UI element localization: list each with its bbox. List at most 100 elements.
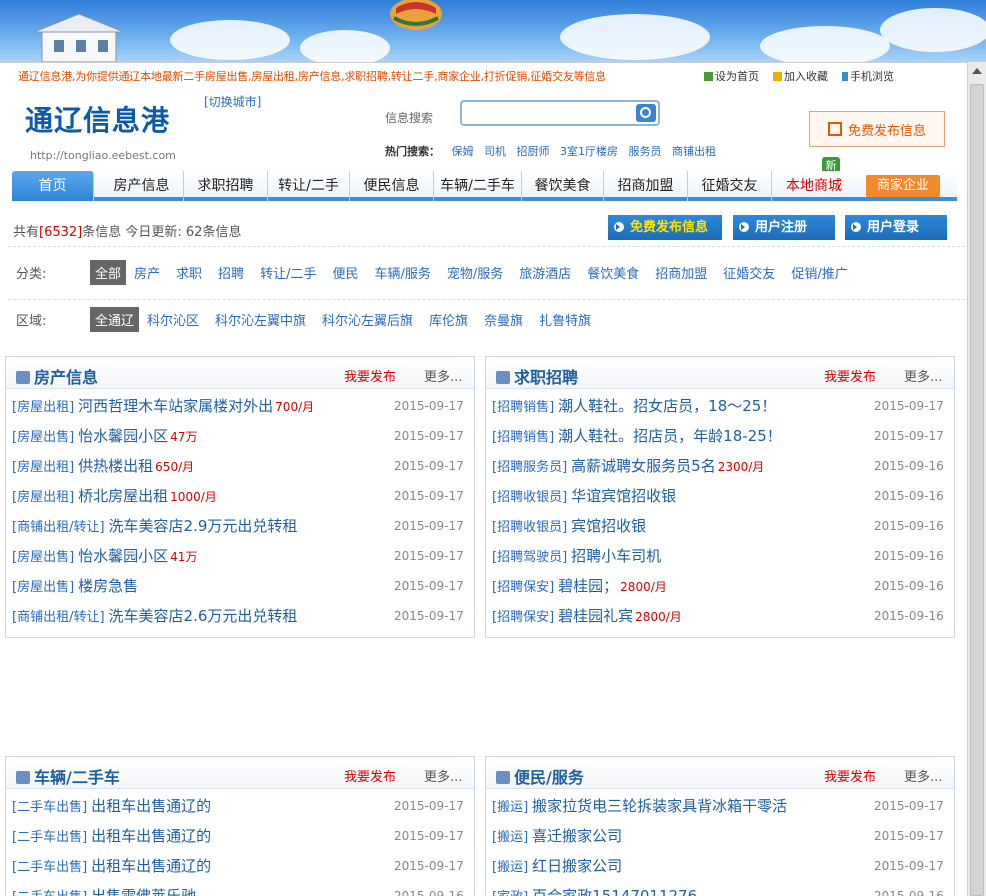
listing-category[interactable]: [房屋出售] <box>12 550 74 565</box>
hot-term[interactable]: 司机 <box>484 145 506 158</box>
listing-title[interactable]: 招聘小车司机 <box>571 547 661 565</box>
list-item[interactable]: [房屋出售] 怡水馨园小区 47万 2015-09-17 <box>12 421 468 451</box>
hot-term[interactable]: 服务员 <box>629 145 662 158</box>
listing-title[interactable]: 潮人鞋社。招店员，年龄18-25！ <box>558 427 782 445</box>
nav-real-estate[interactable]: 房产信息 <box>100 171 184 201</box>
search-icon[interactable] <box>636 104 656 122</box>
region-link[interactable]: 库伦旗 <box>429 314 468 329</box>
listing-category[interactable]: [二手车出售] <box>12 830 87 845</box>
category-link[interactable]: 车辆/服务 <box>374 267 430 282</box>
region-link[interactable]: 科尔沁左翼中旗 <box>215 314 306 329</box>
list-item[interactable]: [二手车出售] 出租车出售通辽的 2015-09-17 <box>12 851 468 881</box>
nav-jobs[interactable]: 求职招聘 <box>184 171 268 201</box>
nav-dating[interactable]: 征婚交友 <box>688 171 772 201</box>
region-link[interactable]: 奈曼旗 <box>484 314 523 329</box>
list-item[interactable]: [招聘销售] 潮人鞋社。招店员，年龄18-25！ 2015-09-17 <box>492 421 948 451</box>
category-link[interactable]: 转让/二手 <box>260 267 316 282</box>
listing-title[interactable]: 碧桂园礼宾 <box>558 607 633 625</box>
list-item[interactable]: [招聘服务员] 高薪诚聘女服务员5名 2300/月 2015-09-16 <box>492 451 948 481</box>
list-item[interactable]: [搬运] 红日搬家公司 2015-09-17 <box>492 851 948 881</box>
free-post-bar-button[interactable]: 免费发布信息 <box>608 215 722 240</box>
list-item[interactable]: [招聘驾驶员] 招聘小车司机 2015-09-16 <box>492 541 948 571</box>
nav-merchant-button[interactable]: 商家企业 <box>866 175 940 197</box>
listing-title[interactable]: 百合家政15147011276 <box>532 887 697 896</box>
listing-category[interactable]: [招聘服务员] <box>492 460 567 475</box>
listing-title[interactable]: 怡水馨园小区 <box>78 427 168 445</box>
list-item[interactable]: [二手车出售] 出售雪佛莱乐驰 2015-09-16 <box>12 881 468 896</box>
list-item[interactable]: [房屋出售] 楼房急售 2015-09-17 <box>12 571 468 601</box>
more-link[interactable]: 更多... <box>904 766 942 785</box>
list-item[interactable]: [招聘保安] 碧桂园礼宾 2800/月 2015-09-16 <box>492 601 948 631</box>
more-link[interactable]: 更多... <box>904 366 942 385</box>
region-link[interactable]: 科尔沁区 <box>147 314 199 329</box>
hot-term[interactable]: 3室1厅楼房 <box>560 145 618 158</box>
listing-title[interactable]: 出租车出售通辽的 <box>91 827 211 845</box>
list-item[interactable]: [二手车出售] 出租车出售通辽的 2015-09-17 <box>12 821 468 851</box>
listing-title[interactable]: 洗车美容店2.9万元出兑转租 <box>109 517 298 535</box>
list-item[interactable]: [家政] 百合家政15147011276 2015-09-16 <box>492 881 948 896</box>
hot-term[interactable]: 商铺出租 <box>672 145 716 158</box>
scrollbar-thumb[interactable] <box>970 84 984 896</box>
listing-title[interactable]: 河西哲理木车站家属楼对外出 <box>78 397 273 415</box>
set-homepage-link[interactable]: 设为首页 <box>704 68 759 84</box>
category-link[interactable]: 旅游酒店 <box>519 267 571 282</box>
listing-category[interactable]: [二手车出售] <box>12 890 87 896</box>
listing-title[interactable]: 红日搬家公司 <box>532 857 622 875</box>
free-post-button[interactable]: 免费发布信息 <box>809 111 945 147</box>
listing-category[interactable]: [房屋出售] <box>12 580 74 595</box>
panel-title[interactable]: 车辆/二手车 <box>16 764 120 788</box>
nav-convenience[interactable]: 便民信息 <box>350 171 434 201</box>
listing-title[interactable]: 出售雪佛莱乐驰 <box>91 887 196 896</box>
listing-category[interactable]: [商铺出租/转让] <box>12 520 105 535</box>
list-item[interactable]: [商铺出租/转让] 洗车美容店2.6万元出兑转租 2015-09-17 <box>12 601 468 631</box>
mobile-link[interactable]: 手机浏览 <box>842 68 894 84</box>
scroll-up-icon[interactable] <box>972 68 982 74</box>
listing-title[interactable]: 喜迁搬家公司 <box>532 827 622 845</box>
category-link[interactable]: 求职 <box>176 267 202 282</box>
listing-title[interactable]: 怡水馨园小区 <box>78 547 168 565</box>
category-link[interactable]: 便民 <box>332 267 358 282</box>
publish-link[interactable]: 我要发布 <box>824 766 876 785</box>
listing-category[interactable]: [招聘销售] <box>492 430 554 445</box>
nav-home[interactable]: 首页 <box>12 171 94 201</box>
switch-city-link[interactable]: [切换城市] <box>204 93 261 110</box>
add-favorite-link[interactable]: 加入收藏 <box>773 68 828 84</box>
category-link[interactable]: 征婚交友 <box>723 267 775 282</box>
more-link[interactable]: 更多... <box>424 366 462 385</box>
listing-category[interactable]: [二手车出售] <box>12 800 87 815</box>
nav-food[interactable]: 餐饮美食 <box>522 171 604 201</box>
nav-vehicles[interactable]: 车辆/二手车 <box>434 171 522 201</box>
listing-category[interactable]: [搬运] <box>492 830 528 845</box>
listing-category[interactable]: [家政] <box>492 890 528 896</box>
region-link[interactable]: 科尔沁左翼后旗 <box>322 314 413 329</box>
category-link[interactable]: 促销/推广 <box>791 267 847 282</box>
listing-title[interactable]: 桥北房屋出租 <box>78 487 168 505</box>
listing-category[interactable]: [招聘销售] <box>492 400 554 415</box>
listing-category[interactable]: [招聘收银员] <box>492 520 567 535</box>
listing-category[interactable]: [招聘保安] <box>492 580 554 595</box>
list-item[interactable]: [二手车出售] 出租车出售通辽的 2015-09-17 <box>12 791 468 821</box>
listing-title[interactable]: 搬家拉货电三轮拆装家具背冰箱干零活 <box>532 797 787 815</box>
register-button[interactable]: 用户注册 <box>733 215 835 240</box>
publish-link[interactable]: 我要发布 <box>344 366 396 385</box>
listing-title[interactable]: 供热楼出租 <box>78 457 153 475</box>
list-item[interactable]: [房屋出租] 河西哲理木车站家属楼对外出 700/月 2015-09-17 <box>12 391 468 421</box>
listing-category[interactable]: [房屋出租] <box>12 490 74 505</box>
panel-title[interactable]: 求职招聘 <box>496 364 578 388</box>
list-item[interactable]: [搬运] 喜迁搬家公司 2015-09-17 <box>492 821 948 851</box>
listing-title[interactable]: 碧桂园； <box>558 577 618 595</box>
nav-franchise[interactable]: 招商加盟 <box>604 171 688 201</box>
listing-title[interactable]: 出租车出售通辽的 <box>91 857 211 875</box>
listing-category[interactable]: [房屋出租] <box>12 400 74 415</box>
list-item[interactable]: [招聘收银员] 宾馆招收银 2015-09-16 <box>492 511 948 541</box>
list-item[interactable]: [商铺出租/转让] 洗车美容店2.9万元出兑转租 2015-09-17 <box>12 511 468 541</box>
listing-category[interactable]: [二手车出售] <box>12 860 87 875</box>
list-item[interactable]: [房屋出售] 怡水馨园小区 41万 2015-09-17 <box>12 541 468 571</box>
list-item[interactable]: [房屋出租] 桥北房屋出租 1000/月 2015-09-17 <box>12 481 468 511</box>
listing-category[interactable]: [房屋出售] <box>12 430 74 445</box>
listing-title[interactable]: 高薪诚聘女服务员5名 <box>571 457 716 475</box>
region-link[interactable]: 扎鲁特旗 <box>539 314 591 329</box>
more-link[interactable]: 更多... <box>424 766 462 785</box>
list-item[interactable]: [招聘收银员] 华谊宾馆招收银 2015-09-16 <box>492 481 948 511</box>
listing-title[interactable]: 宾馆招收银 <box>571 517 646 535</box>
